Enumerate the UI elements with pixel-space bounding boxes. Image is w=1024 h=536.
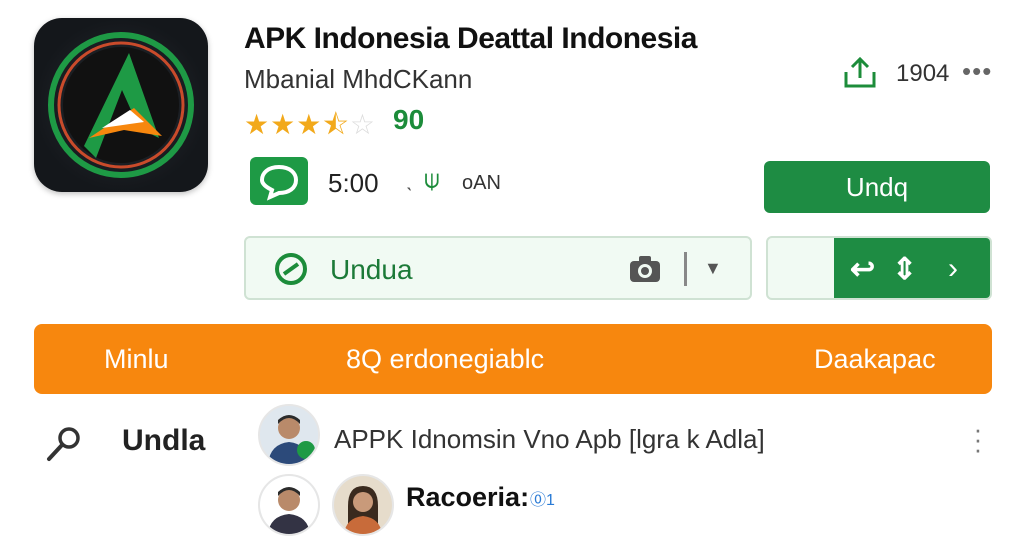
orange-bar-left[interactable]: Minlu xyxy=(104,344,169,375)
size-text: oAN xyxy=(462,172,501,194)
lightning-icon[interactable]: ↩ xyxy=(850,252,875,287)
app-title: APK Indonesia Deattal Indonesia xyxy=(244,22,697,55)
separator-mark: ˎ xyxy=(406,166,414,191)
orange-bar-right[interactable]: Daakapac xyxy=(814,344,936,375)
search-label: Undla xyxy=(122,424,206,457)
app-icon xyxy=(34,18,208,192)
sort-icon[interactable]: ⇕ xyxy=(892,252,917,287)
avatar[interactable] xyxy=(258,404,320,466)
count-badge: ⓪1 xyxy=(530,492,555,509)
more-options-icon[interactable]: ••• xyxy=(962,56,992,87)
star-icon: ★ xyxy=(296,109,323,140)
duration-text: 5:00 xyxy=(328,168,379,198)
rating-value: 90 xyxy=(393,104,425,135)
avatar[interactable] xyxy=(258,474,320,536)
refresh-circle-icon xyxy=(275,253,307,285)
star-icon: ★ xyxy=(244,109,271,140)
rating-stars: ★★★⯪☆ xyxy=(244,104,376,152)
orange-action-bar[interactable]: Minlu 8Q erdonegiablc Daakapac xyxy=(34,324,992,394)
action-split-button[interactable]: ↩ ⇕ › xyxy=(766,236,992,300)
divider xyxy=(684,252,687,286)
orange-bar-center[interactable]: 8Q erdonegiablc xyxy=(346,344,544,375)
camera-icon[interactable] xyxy=(628,254,662,284)
star-empty-icon: ☆ xyxy=(349,109,376,140)
download-label: Undua xyxy=(330,254,413,285)
chevron-right-icon[interactable]: › xyxy=(948,252,958,286)
share-count: 1904 xyxy=(896,60,950,87)
star-half-icon: ⯪ xyxy=(322,109,350,140)
download-hand-icon: ⍦ xyxy=(424,164,440,194)
list-item-label: Racoeria: xyxy=(406,482,530,512)
list-item-title[interactable]: APPK Idnomsin Vno Apb [lgra k Adla] xyxy=(334,424,765,455)
download-bar[interactable]: Undua ▼ xyxy=(244,236,752,300)
install-button[interactable]: Undq xyxy=(764,161,990,213)
more-vert-icon[interactable]: · · · xyxy=(972,416,984,462)
avatar[interactable] xyxy=(332,474,394,536)
star-icon: ★ xyxy=(270,109,297,140)
chevron-down-icon[interactable]: ▼ xyxy=(704,258,722,279)
share-icon[interactable] xyxy=(840,56,880,90)
developer-name[interactable]: Mbanial MhdCKann xyxy=(244,64,472,95)
search-icon[interactable] xyxy=(44,424,84,464)
chat-badge-icon xyxy=(250,157,308,205)
